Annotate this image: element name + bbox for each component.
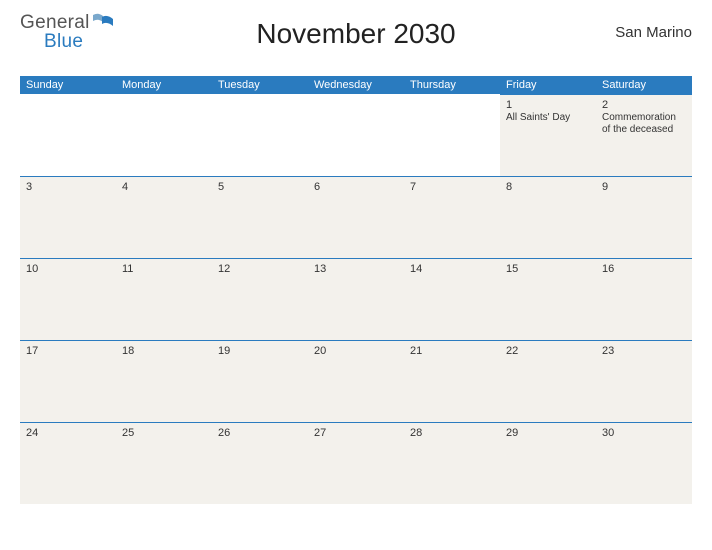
day-header: Monday xyxy=(116,76,212,94)
day-number: 28 xyxy=(410,427,494,439)
day-number: 2 xyxy=(602,99,686,111)
day-cell: 20 xyxy=(308,340,404,422)
day-header: Tuesday xyxy=(212,76,308,94)
day-cell: 15 xyxy=(500,258,596,340)
day-number: 4 xyxy=(122,181,206,193)
day-number: 16 xyxy=(602,263,686,275)
day-number: 30 xyxy=(602,427,686,439)
day-number: 24 xyxy=(26,427,110,439)
day-number: 11 xyxy=(122,263,206,275)
day-number: 7 xyxy=(410,181,494,193)
day-number: 20 xyxy=(314,345,398,357)
day-cell: 27 xyxy=(308,422,404,504)
logo-text-blue: Blue xyxy=(44,31,83,52)
day-cell: 16 xyxy=(596,258,692,340)
day-number: 6 xyxy=(314,181,398,193)
day-number: 12 xyxy=(218,263,302,275)
day-cell: 14 xyxy=(404,258,500,340)
day-number: 19 xyxy=(218,345,302,357)
day-number: 10 xyxy=(26,263,110,275)
week-row: 3456789 xyxy=(20,176,692,258)
day-number: 21 xyxy=(410,345,494,357)
day-header: Thursday xyxy=(404,76,500,94)
day-number: 3 xyxy=(26,181,110,193)
logo-wave-icon xyxy=(93,12,113,28)
week-row: 10 11 12 13 14 15 16 xyxy=(20,258,692,340)
day-number: 14 xyxy=(410,263,494,275)
day-cell xyxy=(308,94,404,176)
day-cell: 2Commemoration of the deceased xyxy=(596,94,692,176)
day-number: 9 xyxy=(602,181,686,193)
calendar-grid: Sunday Monday Tuesday Wednesday Thursday… xyxy=(20,76,692,504)
day-cell: 13 xyxy=(308,258,404,340)
day-number: 17 xyxy=(26,345,110,357)
day-number: 27 xyxy=(314,427,398,439)
day-header: Wednesday xyxy=(308,76,404,94)
day-cell: 6 xyxy=(308,176,404,258)
day-number: 5 xyxy=(218,181,302,193)
day-cell: 5 xyxy=(212,176,308,258)
day-number: 13 xyxy=(314,263,398,275)
day-cell: 24 xyxy=(20,422,116,504)
day-cell: 11 xyxy=(116,258,212,340)
day-cell: 4 xyxy=(116,176,212,258)
day-header-row: Sunday Monday Tuesday Wednesday Thursday… xyxy=(20,76,692,94)
day-cell: 1All Saints' Day xyxy=(500,94,596,176)
day-cell: 28 xyxy=(404,422,500,504)
day-cell xyxy=(212,94,308,176)
region-label: San Marino xyxy=(615,24,692,41)
day-cell: 23 xyxy=(596,340,692,422)
day-cell: 7 xyxy=(404,176,500,258)
day-header: Sunday xyxy=(20,76,116,94)
week-row: 17 18 19 20 21 22 23 xyxy=(20,340,692,422)
day-cell: 19 xyxy=(212,340,308,422)
day-number: 22 xyxy=(506,345,590,357)
day-number: 23 xyxy=(602,345,686,357)
day-cell: 8 xyxy=(500,176,596,258)
day-cell: 30 xyxy=(596,422,692,504)
day-cell: 26 xyxy=(212,422,308,504)
week-row: 1All Saints' Day2Commemoration of the de… xyxy=(20,94,692,176)
day-number: 25 xyxy=(122,427,206,439)
day-cell: 12 xyxy=(212,258,308,340)
day-number: 26 xyxy=(218,427,302,439)
day-event: Commemoration of the deceased xyxy=(602,112,686,136)
day-cell xyxy=(404,94,500,176)
day-cell: 17 xyxy=(20,340,116,422)
day-cell: 21 xyxy=(404,340,500,422)
day-cell xyxy=(20,94,116,176)
day-cell: 22 xyxy=(500,340,596,422)
header: General Blue November 2030 San Marino xyxy=(20,12,692,66)
day-cell: 3 xyxy=(20,176,116,258)
day-cell xyxy=(116,94,212,176)
day-event: All Saints' Day xyxy=(506,112,590,124)
day-header: Friday xyxy=(500,76,596,94)
day-cell: 25 xyxy=(116,422,212,504)
day-cell: 10 xyxy=(20,258,116,340)
day-header: Saturday xyxy=(596,76,692,94)
day-number: 29 xyxy=(506,427,590,439)
day-number: 15 xyxy=(506,263,590,275)
day-cell: 9 xyxy=(596,176,692,258)
week-row: 24 25 26 27 28 29 30 xyxy=(20,422,692,504)
day-number: 1 xyxy=(506,99,590,111)
day-number: 18 xyxy=(122,345,206,357)
day-cell: 29 xyxy=(500,422,596,504)
page-title: November 2030 xyxy=(256,18,455,50)
day-number: 8 xyxy=(506,181,590,193)
day-cell: 18 xyxy=(116,340,212,422)
